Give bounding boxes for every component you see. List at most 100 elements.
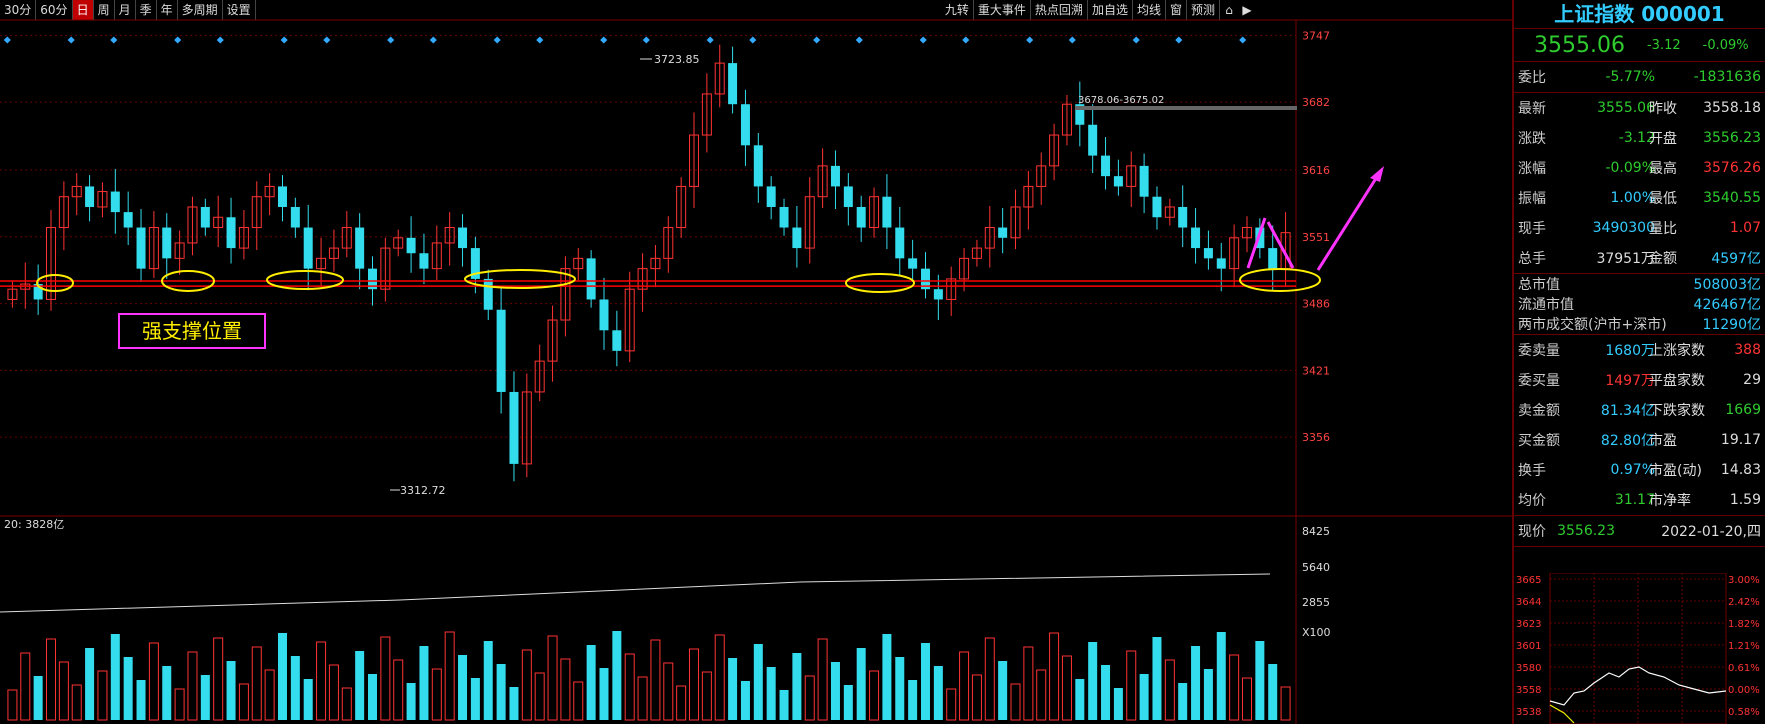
- breadth-row-0-label: 委卖量: [1518, 343, 1560, 359]
- quote-row-3-label: 涨幅: [1518, 161, 1546, 177]
- breadth-row-4-value2: 14.83: [1720, 462, 1761, 478]
- volume-bar-up: [946, 688, 957, 721]
- candle-body-down: [1216, 258, 1226, 269]
- breadth-row-5-value2: 1.59: [1729, 492, 1761, 508]
- candle-body-down: [1152, 196, 1162, 218]
- volume-bar-down: [1088, 642, 1098, 720]
- mkt-row-2: 两市成交额(沪市+深市) 11290亿: [1514, 314, 1765, 335]
- volume-bar-up: [1164, 659, 1175, 721]
- signal-marker: [1068, 36, 1076, 44]
- candle-body-down: [355, 227, 365, 269]
- volume-bar-down: [856, 648, 866, 720]
- candle-body-down: [843, 186, 853, 207]
- volume-bar-up: [213, 637, 224, 721]
- candle-body-down: [290, 206, 300, 228]
- volume-bar-down: [908, 680, 918, 720]
- volume-bar-up: [817, 638, 828, 721]
- volume-bar-up: [174, 688, 185, 721]
- breadth-row-3-value2: 19.17: [1720, 432, 1761, 448]
- volume-bar-up: [251, 646, 262, 721]
- signal-marker: [280, 36, 288, 44]
- candle-body-down: [200, 206, 210, 228]
- signal-marker: [1132, 36, 1140, 44]
- volume-bar-up: [714, 634, 725, 721]
- volume-bar-down: [895, 657, 905, 720]
- intraday-mini-chart[interactable]: 3665 3.00% 3644 2.42% 3623 1.82% 3601 1.21% 3580…: [1514, 573, 1765, 724]
- volume-bar-up: [316, 641, 327, 721]
- quote-row-1-label: 最新: [1518, 101, 1546, 117]
- volume-bar-down: [277, 633, 287, 720]
- volume-bar-down: [779, 690, 789, 720]
- candle-body-down: [1268, 248, 1278, 269]
- signal-marker: [855, 36, 863, 44]
- volume-bar-up: [431, 668, 442, 721]
- volume-bar-up: [1280, 686, 1291, 721]
- breadth-row-0-label2: 上涨家数: [1649, 343, 1705, 359]
- volume-bar-down: [226, 661, 236, 720]
- volume-bar-up: [650, 639, 661, 721]
- quote-row-2-value2: 3556.23: [1703, 130, 1761, 146]
- mini-axis-right: 2.42%: [1728, 597, 1760, 608]
- volume-bar-down: [1113, 688, 1123, 720]
- breadth-row-1-label2: 平盘家数: [1649, 373, 1705, 389]
- mkt-row-1: 流通市值 426467亿: [1514, 294, 1765, 314]
- breadth-row-5-label2: 市净率: [1649, 493, 1691, 509]
- price-change-pct: -0.09%: [1702, 37, 1749, 53]
- quote-row-4: 振幅 1.00% 最低 3540.55: [1514, 183, 1765, 213]
- kline-svg[interactable]: 3747 3682 3616 3551 3486 3421 3356 8425 5640 2855…: [0, 0, 1512, 724]
- volume-bar-up: [804, 675, 815, 721]
- quote-row-1-value2: 3558.18: [1703, 100, 1761, 116]
- quote-row-5-label2: 量比: [1649, 221, 1677, 237]
- gap-band: [1075, 106, 1297, 110]
- mini-axis-left: 3580: [1516, 663, 1541, 674]
- quote-row-6-label: 总手: [1518, 251, 1546, 267]
- mini-axis-left: 3601: [1516, 641, 1541, 652]
- low-label: 3312.72: [400, 484, 446, 497]
- volume-bar-down: [882, 634, 892, 720]
- now-value: 3556.23: [1557, 523, 1615, 539]
- quote-row-2: 涨跌 -3.12 开盘 3556.23: [1514, 123, 1765, 153]
- support-ellipse: [845, 273, 915, 293]
- volume-bar-down: [110, 634, 120, 720]
- volume-bar-down: [33, 676, 43, 720]
- candle-body-down: [1101, 155, 1111, 177]
- candle-body-down: [483, 278, 493, 310]
- mkt-value: 11290亿: [1702, 317, 1761, 333]
- quote-row-6-label2: 金额: [1649, 251, 1677, 267]
- mkt-value: 508003亿: [1693, 277, 1761, 293]
- volume-bar-down: [483, 641, 493, 720]
- volume-bar-up: [7, 689, 18, 721]
- breadth-row-1: 委买量 1497万 平盘家数 29: [1514, 365, 1765, 395]
- signal-marker: [1026, 36, 1034, 44]
- breadth-row-1-value2: 29: [1743, 372, 1761, 388]
- kline-chart-area[interactable]: 30分 60分日周月季年多周期 设置 九转 重大事件 热点回溯 加自选 均线窗预测 ⌂ ▶ 37…: [0, 0, 1512, 724]
- mkt-label: 两市成交额(沪市+深市): [1518, 317, 1667, 333]
- volume-bar-down: [136, 680, 146, 720]
- volume-bar-down: [1268, 664, 1278, 720]
- quote-row-1: 最新 3555.06 昨收 3558.18: [1514, 93, 1765, 123]
- quote-row-3-value2: 3576.26: [1703, 160, 1761, 176]
- volume-bar-down: [123, 657, 133, 720]
- signal-marker: [3, 36, 11, 44]
- volume-bar-up: [663, 662, 674, 721]
- breadth-row-2-label2: 下跌家数: [1649, 403, 1705, 419]
- volume-bar-up: [1036, 669, 1047, 721]
- volume-bar-down: [599, 668, 609, 720]
- gap-label: 3678.06-3675.02: [1078, 95, 1164, 106]
- support-ellipse: [36, 274, 74, 292]
- candle-body-down: [509, 391, 519, 464]
- volume-bar-up: [689, 648, 700, 721]
- signal-marker: [216, 36, 224, 44]
- candle-body-down: [586, 258, 596, 300]
- mkt-label: 总市值: [1518, 277, 1560, 293]
- breadth-rows: 委卖量 1680万 上涨家数 388 委买量 1497万 平盘家数 29 卖金额 81.34亿 下跌…: [1514, 335, 1765, 516]
- volume-bar-down: [290, 656, 300, 720]
- volume-bar-down: [458, 655, 468, 720]
- volume-bar-down: [1203, 669, 1213, 720]
- signal-marker: [110, 36, 118, 44]
- volume-bar-down: [586, 645, 596, 720]
- volume-bar-down: [419, 646, 429, 720]
- candle-body-down: [792, 227, 802, 249]
- volume-bar-up: [444, 631, 455, 721]
- volume-bar-up: [1061, 655, 1072, 721]
